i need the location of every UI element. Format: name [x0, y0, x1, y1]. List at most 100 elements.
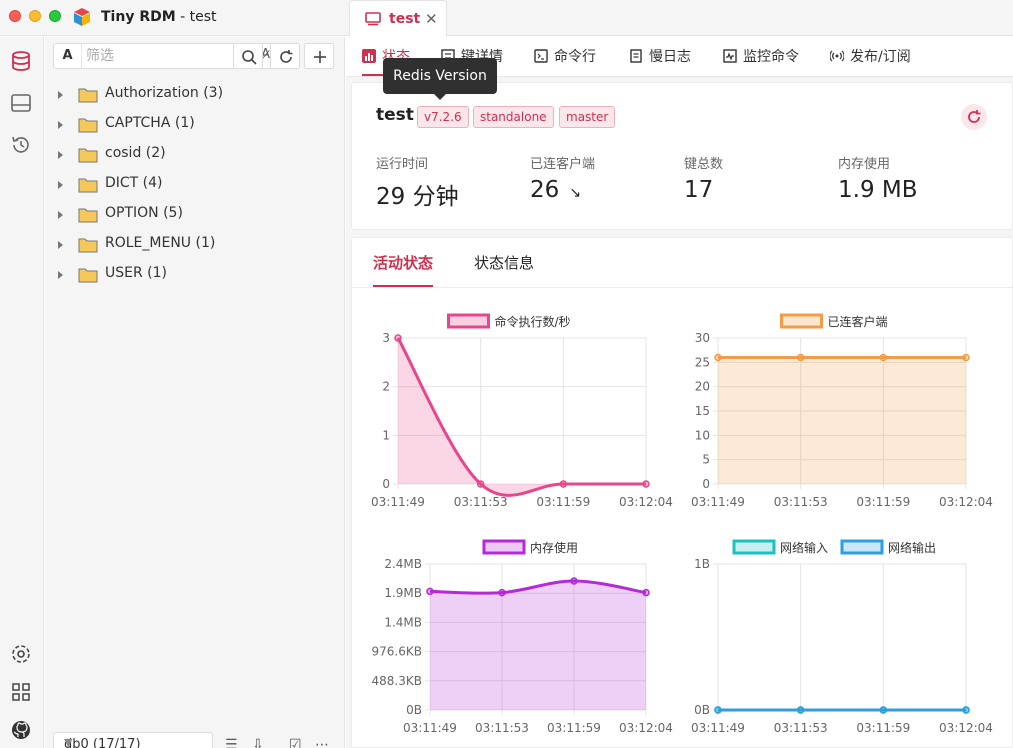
y-tick-label: 488.3KB	[372, 674, 422, 688]
refresh-button[interactable]	[270, 43, 300, 69]
tree-item-label: cosid (2)	[105, 145, 166, 161]
key-tree: Authorization (3) CAPTCHA (1) cosid (2) …	[45, 80, 345, 290]
series-area	[718, 357, 966, 484]
app-logo-icon	[74, 8, 90, 26]
settings-gear-icon[interactable]	[10, 643, 32, 665]
y-tick-label: 2.4MB	[384, 557, 422, 571]
legend-label: 网络输入	[780, 540, 828, 555]
data-point	[879, 353, 888, 362]
x-tick-label: 03:11:49	[691, 495, 745, 509]
tree-item[interactable]: ROLE_MENU (1)	[45, 230, 345, 260]
tab-test[interactable]: test ✕	[349, 0, 447, 37]
series-area	[430, 581, 646, 710]
y-tick-label: 25	[695, 355, 710, 369]
sort-icon[interactable]: ⇩	[252, 737, 264, 748]
legend-swatch	[780, 313, 823, 329]
x-tick-label: 03:12:04	[619, 495, 673, 509]
data-point	[498, 588, 506, 597]
tree-item-label: OPTION (5)	[105, 205, 183, 221]
folder-icon	[78, 88, 98, 103]
folder-icon	[78, 238, 98, 253]
tree-item[interactable]: USER (1)	[45, 260, 345, 290]
legend-swatch	[447, 313, 490, 329]
y-tick-label: 0B	[694, 703, 710, 717]
expand-arrow-icon[interactable]	[58, 241, 63, 249]
server-list-icon[interactable]	[10, 92, 32, 114]
x-tick-label: 03:12:04	[619, 721, 673, 735]
y-tick-label: 1.4MB	[384, 615, 422, 629]
data-point	[879, 706, 888, 714]
folder-icon	[78, 148, 98, 163]
tree-item[interactable]: Authorization (3)	[45, 80, 345, 110]
filter-input[interactable]	[86, 44, 236, 68]
y-tick-label: 20	[695, 380, 710, 394]
legend-label: 已连客户端	[828, 314, 888, 329]
folder-icon	[78, 268, 98, 283]
x-tick-label: 03:11:49	[371, 495, 425, 509]
database-icon[interactable]	[10, 50, 32, 72]
y-tick-label: 5	[702, 453, 710, 467]
data-point	[796, 353, 805, 362]
plus-icon	[314, 51, 326, 63]
expand-arrow-icon[interactable]	[58, 181, 63, 189]
tree-item[interactable]: cosid (2)	[45, 140, 345, 170]
nav-rail	[0, 37, 44, 748]
y-tick-label: 10	[695, 428, 710, 442]
data-point	[476, 480, 485, 488]
list-view-icon[interactable]: ☰	[225, 737, 238, 748]
close-icon[interactable]: ✕	[425, 10, 438, 28]
x-tick-label: 03:11:53	[774, 495, 828, 509]
expand-arrow-icon[interactable]	[58, 211, 63, 219]
x-tick-label: 03:11:53	[774, 721, 828, 735]
tree-item[interactable]: OPTION (5)	[45, 200, 345, 230]
expand-arrow-icon[interactable]	[58, 151, 63, 159]
y-tick-label: 0	[702, 477, 710, 491]
expand-arrow-icon[interactable]	[58, 271, 63, 279]
x-tick-label: 03:11:49	[403, 721, 457, 735]
y-tick-label: 3	[382, 331, 390, 345]
x-tick-label: 03:12:04	[939, 721, 993, 735]
github-icon[interactable]	[10, 719, 32, 741]
legend-swatch	[840, 539, 884, 555]
x-tick-label: 03:11:59	[856, 721, 910, 735]
check-select-icon[interactable]: ☑	[289, 737, 302, 748]
tooltip: Redis Version	[383, 58, 497, 100]
data-point	[642, 588, 650, 597]
tree-item-label: DICT (4)	[105, 175, 163, 191]
add-key-button[interactable]	[304, 43, 334, 69]
x-tick-label: 03:11:59	[536, 495, 590, 509]
data-point	[426, 587, 434, 596]
tree-item-label: ROLE_MENU (1)	[105, 235, 216, 251]
search-button[interactable]	[233, 43, 263, 69]
x-tick-label: 03:11:59	[547, 721, 601, 735]
legend-label: 网络输出	[888, 540, 936, 555]
folder-icon	[78, 178, 98, 193]
minimize-window-button[interactable]	[29, 10, 41, 22]
refresh-icon	[280, 50, 293, 63]
y-tick-label: 0	[382, 477, 390, 491]
db-select[interactable]: db0 (17/17) ▼	[53, 732, 213, 748]
apps-grid-icon[interactable]	[10, 681, 32, 703]
filter-type-button[interactable]: A	[54, 44, 82, 68]
data-point	[962, 706, 970, 714]
close-window-button[interactable]	[9, 10, 21, 22]
tree-item-label: CAPTCHA (1)	[105, 115, 195, 131]
key-sidebar: A A̷ Authorization (3) CAPTCHA (1) cosid…	[45, 37, 345, 748]
maximize-window-button[interactable]	[49, 10, 61, 22]
tab-label: test	[389, 11, 421, 27]
more-icon[interactable]: ⋯	[315, 737, 329, 748]
history-icon[interactable]	[10, 134, 32, 156]
y-tick-label: 0B	[406, 703, 422, 717]
app-name: Tiny RDM	[101, 9, 176, 25]
tree-item[interactable]: DICT (4)	[45, 170, 345, 200]
x-tick-label: 03:11:49	[691, 721, 745, 735]
tree-item[interactable]: CAPTCHA (1)	[45, 110, 345, 140]
data-point	[714, 353, 722, 362]
tree-item-label: Authorization (3)	[105, 85, 224, 101]
expand-arrow-icon[interactable]	[58, 91, 63, 99]
expand-arrow-icon[interactable]	[58, 121, 63, 129]
data-point	[796, 706, 805, 714]
y-tick-label: 976.6KB	[372, 645, 422, 659]
x-tick-label: 03:12:04	[939, 495, 993, 509]
x-tick-label: 03:11:53	[475, 721, 529, 735]
